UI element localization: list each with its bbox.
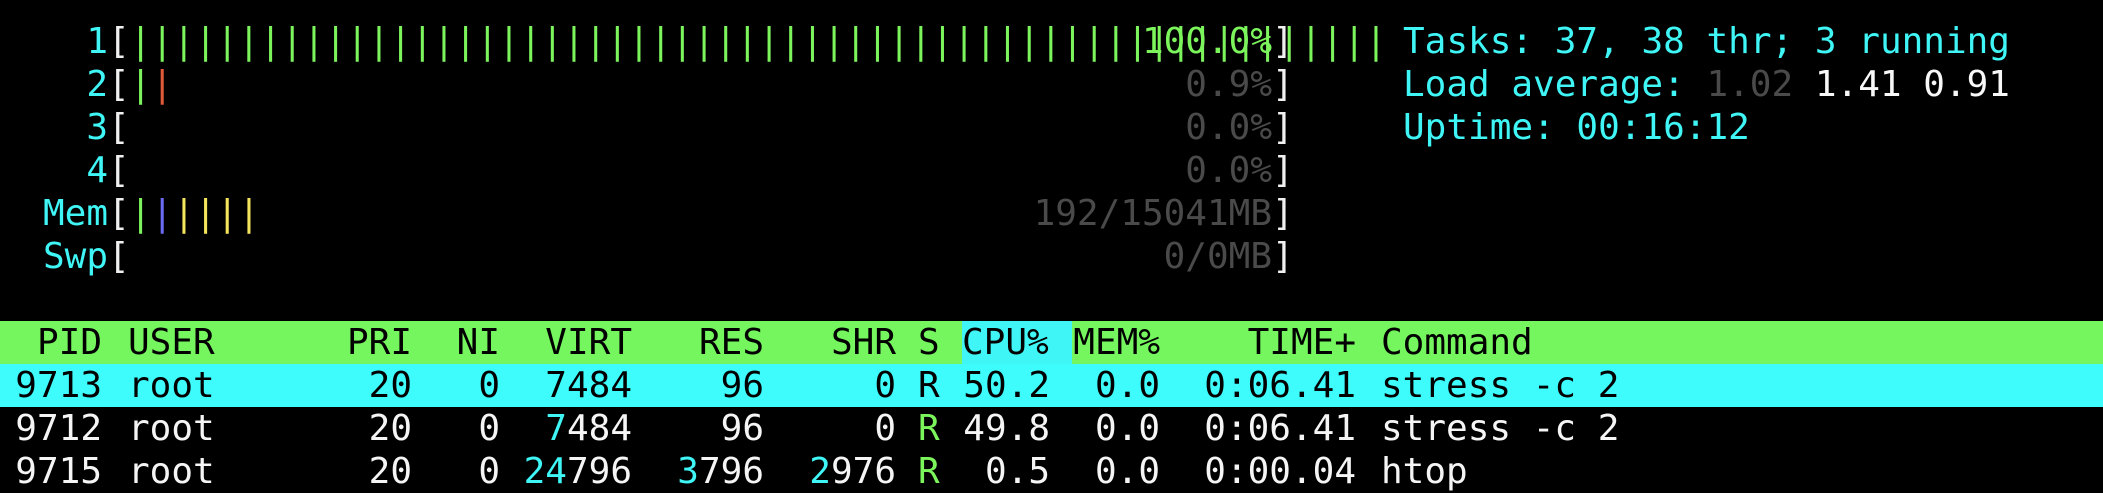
column-header-shr[interactable]: SHR <box>831 321 896 364</box>
cell-cpu: 50.2 <box>963 365 1050 406</box>
column-header-pid[interactable]: PID <box>37 321 102 364</box>
cell-s: R <box>918 408 940 449</box>
cell-time: 0:06.41 <box>1204 408 1356 449</box>
cell-virt: 7484 <box>545 408 632 449</box>
column-header-time[interactable]: TIME+ <box>1248 321 1356 364</box>
column-header-cpu[interactable]: CPU% <box>962 321 1072 364</box>
meter-bracket-close: ] <box>1272 107 1294 148</box>
meter-bracket-close: ] <box>1272 236 1294 277</box>
cell-command: stress -c 2 <box>1381 365 1620 406</box>
cell-command: htop <box>1381 451 1468 492</box>
cell-ni: 0 <box>478 365 500 406</box>
cell-virt: 7484 <box>545 365 632 406</box>
meter-bar-segment: | <box>151 64 174 105</box>
cell-cpu: 0.5 <box>984 451 1050 492</box>
meter-bar-segment: | <box>151 193 174 234</box>
meter-bar: || <box>130 63 173 106</box>
meter-bracket-open: [ <box>108 107 130 148</box>
meter-value: 0.0% <box>1185 107 1272 148</box>
meter-bracket-close: ] <box>1272 64 1294 105</box>
meter-value: 0.0% <box>1185 150 1272 191</box>
load-15min: 0.91 <box>1923 64 2010 105</box>
cell-mem: 0.0 <box>1094 365 1160 406</box>
cell-ni: 0 <box>478 451 500 492</box>
cell-user: root <box>128 451 215 492</box>
cell-res: 96 <box>720 408 764 449</box>
cell-command: stress -c 2 <box>1381 408 1620 449</box>
meter-label: 3 <box>86 107 108 148</box>
meter-bracket-close: ] <box>1272 21 1294 62</box>
column-header-s[interactable]: S <box>918 321 940 364</box>
meter-bar-segment: |||| <box>173 193 260 234</box>
cell-user: root <box>128 365 215 406</box>
cell-cpu: 49.8 <box>963 408 1050 449</box>
cell-pid: 9715 <box>15 451 102 492</box>
meter-label: 4 <box>86 150 108 191</box>
cell-mem: 0.0 <box>1094 451 1160 492</box>
cell-pri: 20 <box>368 408 412 449</box>
cell-pid: 9713 <box>15 365 102 406</box>
process-table-header[interactable]: PID USER PRI NI VIRT RES SHR S CPU% MEM% TIME+ Comm… <box>0 321 2103 364</box>
meter-value: 0.9% <box>1185 64 1272 105</box>
meter-bar-segment: | <box>129 64 152 105</box>
uptime: Uptime: 00:16:12 <box>1403 107 1750 148</box>
load-5min: 1.41 <box>1814 64 1902 105</box>
meter-bracket-open: [ <box>108 236 130 277</box>
column-header-pri[interactable]: PRI <box>347 321 412 364</box>
cell-shr: 0 <box>874 365 896 406</box>
meter-bar: |||||| <box>130 192 260 235</box>
cell-res: 96 <box>720 365 764 406</box>
column-header-res[interactable]: RES <box>699 321 764 364</box>
tasks-summary: Tasks: 37, 38 thr; 3 running <box>1403 21 2010 62</box>
cell-shr: 2976 <box>809 451 896 492</box>
meter-label: Mem <box>42 193 108 234</box>
meter-bracket-close: ] <box>1272 193 1294 234</box>
cell-time: 0:06.41 <box>1204 365 1356 406</box>
cell-pri: 20 <box>368 365 412 406</box>
meter-label: 2 <box>86 64 108 105</box>
meter-bar-segment: | <box>129 193 152 234</box>
meter-value: 192/15041MB <box>1033 193 1272 234</box>
meter-bracket-open: [ <box>108 64 130 105</box>
meter-label: 1 <box>86 21 108 62</box>
process-row[interactable]: 9712 root 20 0 7484 96 0 R 49.8 0.0 0:06.41 stress … <box>0 407 2103 450</box>
cell-s: R <box>918 365 940 406</box>
process-row[interactable]: 9715 root 20 0 24796 3796 2976 R 0.5 0.0 0:00.04 ht… <box>0 450 2103 493</box>
cell-s: R <box>918 451 940 492</box>
cell-ni: 0 <box>478 408 500 449</box>
cell-mem: 0.0 <box>1094 408 1160 449</box>
meter-bracket-open: [ <box>108 21 130 62</box>
cell-res: 3796 <box>677 451 764 492</box>
cell-shr: 0 <box>874 408 896 449</box>
meter-value: 0/0MB <box>1163 236 1272 277</box>
meter-bracket-open: [ <box>108 193 130 234</box>
meter-value: 100.0% <box>1141 21 1272 62</box>
process-row-selected[interactable]: 9713 root 20 0 7484 96 0 R 50.2 0.0 0:06.41 stress … <box>0 364 2103 407</box>
meter-bracket-close: ] <box>1272 150 1294 191</box>
meter-bracket-open: [ <box>108 150 130 191</box>
cell-user: root <box>128 408 215 449</box>
cell-time: 0:00.04 <box>1204 451 1356 492</box>
load-average: Load average: 1.02 1.41 0.91 <box>1403 64 2010 105</box>
cell-virt: 24796 <box>523 451 632 492</box>
column-header-user[interactable]: USER <box>128 321 215 364</box>
column-header-ni[interactable]: NI <box>457 321 500 364</box>
column-header-mem[interactable]: MEM% <box>1073 321 1160 364</box>
column-header-virt[interactable]: VIRT <box>545 321 632 364</box>
column-header-command[interactable]: Command <box>1381 321 1533 364</box>
load-1min: 1.02 <box>1706 64 1794 105</box>
cell-pri: 20 <box>368 451 412 492</box>
meter-label: Swp <box>42 236 108 277</box>
cell-pid: 9712 <box>15 408 102 449</box>
